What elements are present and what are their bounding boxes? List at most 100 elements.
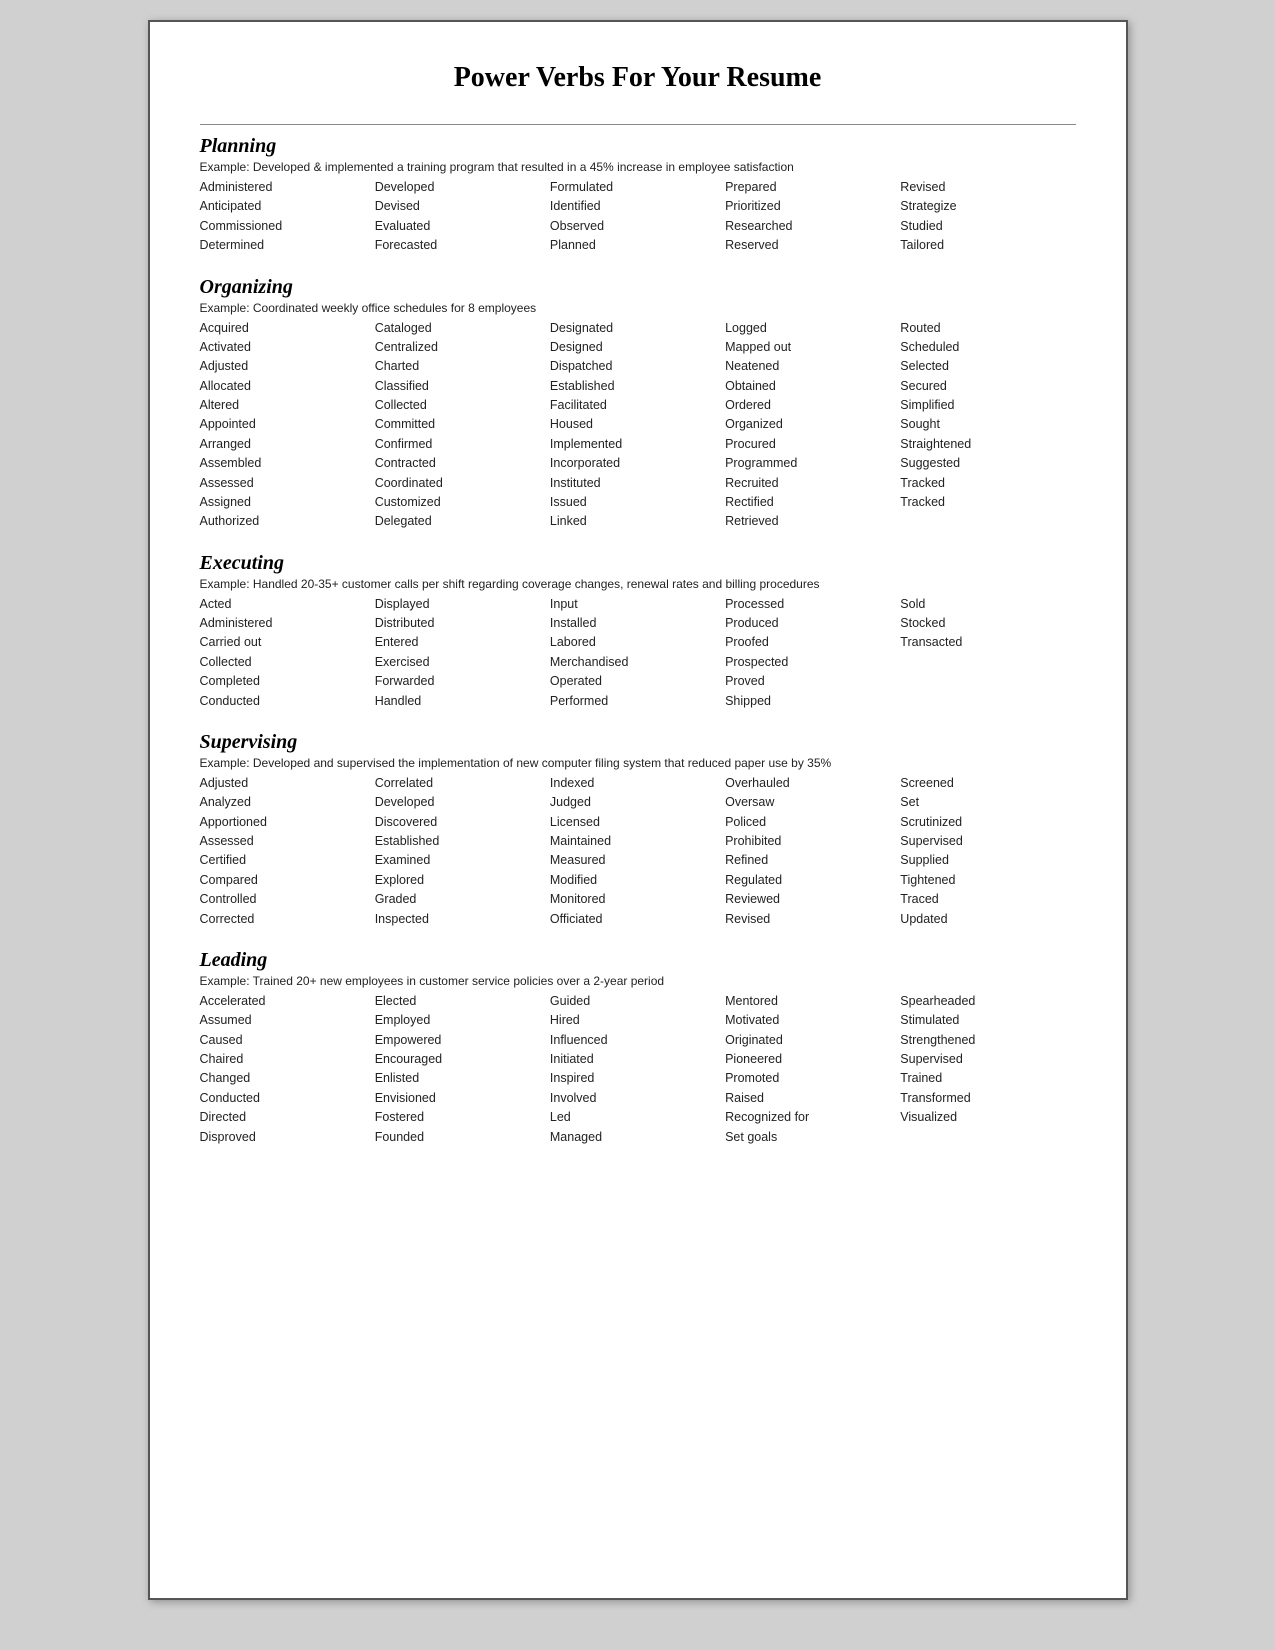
word-item: Simplified [900,396,1075,415]
word-item: Authorized [200,512,375,531]
word-item: Classified [375,377,550,396]
word-item: Assumed [200,1011,375,1030]
word-item: Proofed [725,633,900,652]
word-item: Controlled [200,890,375,909]
section-example-executing: Example: Handled 20-35+ customer calls p… [200,577,1076,591]
word-item: Collected [375,396,550,415]
word-item: Recruited [725,474,900,493]
word-item: Transformed [900,1089,1075,1108]
word-item: Strategize [900,197,1075,216]
word-item: Directed [200,1108,375,1127]
section-example-planning: Example: Developed & implemented a train… [200,160,1076,174]
word-item: Evaluated [375,217,550,236]
word-item: Input [550,595,725,614]
word-item: Incorporated [550,454,725,473]
word-item: Judged [550,793,725,812]
word-item: Designated [550,319,725,338]
word-item: Supplied [900,851,1075,870]
word-item: Measured [550,851,725,870]
word-item: Encouraged [375,1050,550,1069]
section-supervising: Supervising Example: Developed and superv… [200,731,1076,929]
word-item: Prioritized [725,197,900,216]
word-item: Fostered [375,1108,550,1127]
word-item: Programmed [725,454,900,473]
section-title-organizing: Organizing [200,276,1076,299]
word-item: Officiated [550,910,725,929]
word-item: Updated [900,910,1075,929]
word-item: Logged [725,319,900,338]
word-item: Supervised [900,1050,1075,1069]
word-item: Reserved [725,236,900,255]
word-item: Implemented [550,435,725,454]
word-item: Regulated [725,871,900,890]
word-item: Commissioned [200,217,375,236]
word-item: Established [550,377,725,396]
word-item: Correlated [375,774,550,793]
section-title-executing: Executing [200,552,1076,575]
word-item: Influenced [550,1031,725,1050]
word-item: Scheduled [900,338,1075,357]
word-item: Designed [550,338,725,357]
word-item: Delegated [375,512,550,531]
word-item: Organized [725,415,900,434]
word-item: Scrutinized [900,813,1075,832]
word-item: Operated [550,672,725,691]
word-item: Adjusted [200,357,375,376]
word-item: Arranged [200,435,375,454]
word-item: Corrected [200,910,375,929]
word-item: Set [900,793,1075,812]
word-item: Administered [200,178,375,197]
word-item: Centralized [375,338,550,357]
word-item: Customized [375,493,550,512]
word-item: Empowered [375,1031,550,1050]
word-item: Entered [375,633,550,652]
word-item: Overhauled [725,774,900,793]
word-item: Trained [900,1069,1075,1088]
word-item: Committed [375,415,550,434]
word-item: Sought [900,415,1075,434]
section-example-supervising: Example: Developed and supervised the im… [200,756,1076,770]
section-leading: LeadingExample: Trained 20+ new employee… [200,949,1076,1147]
word-item: Modified [550,871,725,890]
word-item: Developed [375,793,550,812]
word-item: Collected [200,653,375,672]
page: Power Verbs For Your Resume PlanningExam… [148,20,1128,1600]
word-item: Monitored [550,890,725,909]
section-planning: PlanningExample: Developed & implemented… [200,135,1076,256]
word-item: Accelerated [200,992,375,1011]
word-item: Indexed [550,774,725,793]
section-executing: Executing Example: Handled 20-35+ custome… [200,552,1076,711]
word-item: Obtained [725,377,900,396]
word-item: Forwarded [375,672,550,691]
word-item: Mentored [725,992,900,1011]
word-item [900,653,1075,672]
word-item: Examined [375,851,550,870]
word-item: Routed [900,319,1075,338]
word-grid-supervising: AdjustedCorrelatedIndexedOverhauledScree… [200,774,1076,929]
word-item: Completed [200,672,375,691]
word-item: Graded [375,890,550,909]
word-item: Merchandised [550,653,725,672]
word-item: Studied [900,217,1075,236]
word-item [900,672,1075,691]
word-item: Suggested [900,454,1075,473]
word-item: Pioneered [725,1050,900,1069]
word-item: Mapped out [725,338,900,357]
word-item: Administered [200,614,375,633]
word-item: Carried out [200,633,375,652]
word-item: Set goals [725,1128,900,1147]
word-item: Appointed [200,415,375,434]
word-item: Screened [900,774,1075,793]
word-item: Recognized for [725,1108,900,1127]
word-item [900,1128,1075,1147]
word-item: Forecasted [375,236,550,255]
word-item: Apportioned [200,813,375,832]
word-item: Assigned [200,493,375,512]
word-item: Inspected [375,910,550,929]
section-title-supervising: Supervising [200,731,1076,754]
word-item: Led [550,1108,725,1127]
word-item: Revised [725,910,900,929]
word-item: Labored [550,633,725,652]
word-item [900,692,1075,711]
word-item: Traced [900,890,1075,909]
